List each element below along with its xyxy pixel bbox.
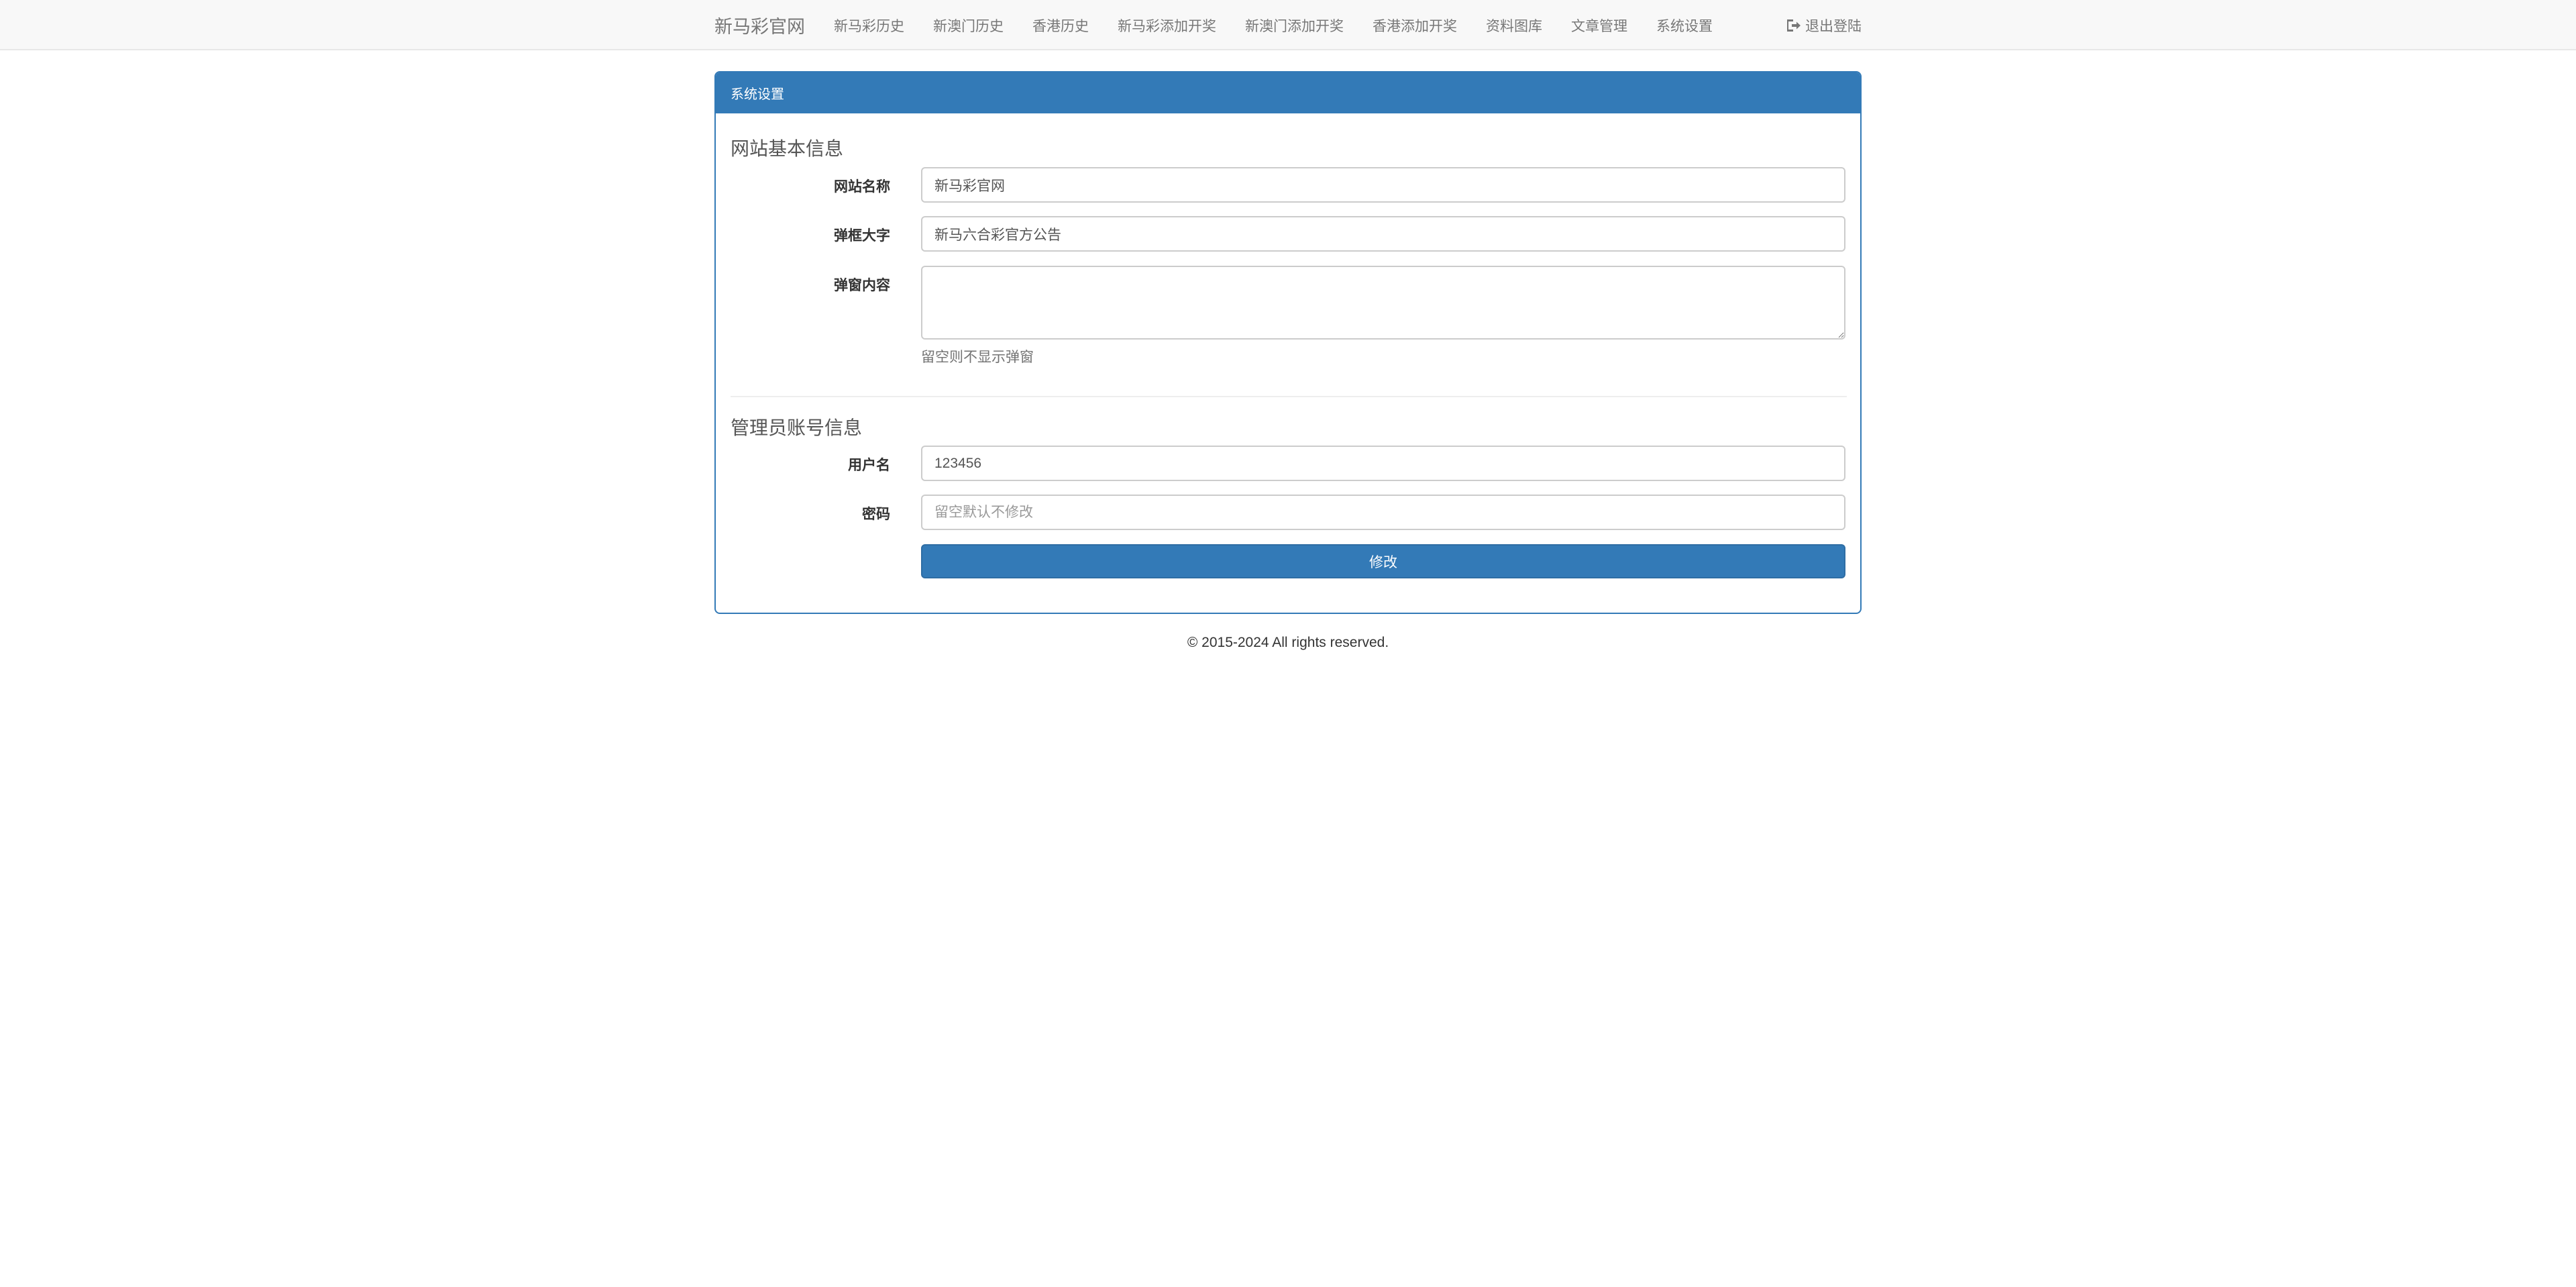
admin-info-heading: 管理员账号信息: [731, 417, 863, 438]
logout-link[interactable]: 退出登陆: [1785, 15, 1862, 36]
popup-content-textarea[interactable]: [921, 266, 1845, 340]
popup-help-text: 留空则不显示弹窗: [921, 350, 1034, 365]
password-input[interactable]: [921, 495, 1845, 530]
username-label: 用户名: [848, 458, 890, 473]
logout-label: 退出登陆: [1805, 18, 1862, 34]
nav-item-macau-add-draw[interactable]: 新澳门添加开奖: [1245, 15, 1344, 36]
popup-title-label: 弹框大字: [834, 228, 890, 244]
nav-item-xinma-history[interactable]: 新马彩历史: [834, 15, 904, 36]
username-input[interactable]: [921, 446, 1845, 481]
nav-item-gallery[interactable]: 资料图库: [1486, 15, 1542, 36]
site-name-input[interactable]: [921, 167, 1845, 203]
site-info-heading: 网站基本信息: [731, 138, 844, 159]
nav-item-hongkong-add-draw[interactable]: 香港添加开奖: [1373, 15, 1457, 36]
password-label: 密码: [862, 507, 890, 522]
panel-heading: 系统设置: [716, 72, 1860, 113]
nav-item-articles[interactable]: 文章管理: [1571, 15, 1627, 36]
top-navbar: 新马彩官网 新马彩历史 新澳门历史 香港历史 新马彩添加开奖 新澳门添加开奖 香…: [0, 0, 2576, 50]
nav-item-hongkong-history[interactable]: 香港历史: [1032, 15, 1089, 36]
navbar-container: 新马彩官网 新马彩历史 新澳门历史 香港历史 新马彩添加开奖 新澳门添加开奖 香…: [714, 0, 1862, 50]
section-divider: [731, 396, 1847, 397]
submit-button[interactable]: 修改: [921, 544, 1845, 578]
popup-title-input[interactable]: [921, 216, 1845, 252]
popup-content-label: 弹窗内容: [834, 278, 890, 293]
panel-title: 系统设置: [731, 87, 784, 102]
nav-item-xinma-add-draw[interactable]: 新马彩添加开奖: [1118, 15, 1216, 36]
sign-out-icon: [1787, 19, 1801, 32]
site-name-label: 网站名称: [834, 179, 890, 195]
brand-link[interactable]: 新马彩官网: [714, 12, 805, 38]
system-settings-panel: 系统设置 网站基本信息 网站名称 弹框大字 弹窗内容 留空则不显示弹窗 管理员账…: [714, 71, 1862, 614]
nav-item-macau-history[interactable]: 新澳门历史: [933, 15, 1004, 36]
footer-copyright: © 2015-2024 All rights reserved.: [1187, 635, 1389, 650]
nav-item-system-settings[interactable]: 系统设置: [1656, 15, 1713, 36]
